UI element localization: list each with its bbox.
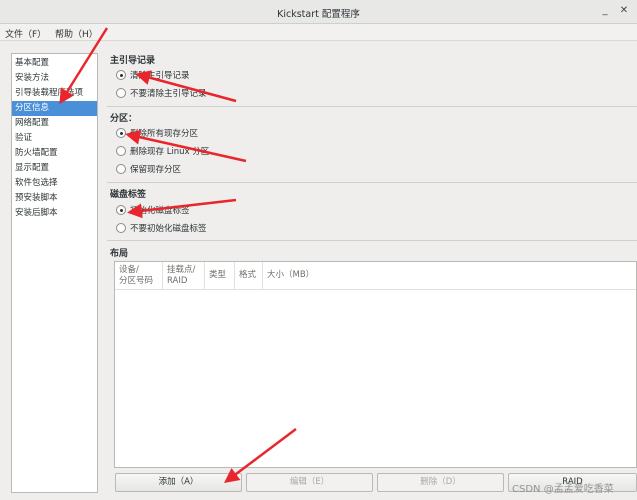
radio-icon[interactable]: [116, 128, 126, 138]
sidebar-item-bootloader[interactable]: 引导装载程序选项: [12, 86, 97, 101]
sidebar-item-network[interactable]: 网络配置: [12, 116, 97, 131]
menu-bar: 文件（F） 帮助（H）: [0, 24, 637, 41]
sidebar-item-firewall[interactable]: 防火墙配置: [12, 146, 97, 161]
radio-label: 初始化磁盘标签: [130, 206, 190, 216]
window-title: Kickstart 配置程序: [277, 9, 360, 20]
column-header-line: RAID: [167, 276, 188, 286]
radio-icon[interactable]: [116, 70, 126, 80]
layout-section-title: 布局: [110, 249, 129, 259]
sidebar-item-packages[interactable]: 软件包选择: [12, 176, 97, 191]
delete-button[interactable]: 删除（D）: [377, 473, 504, 492]
menu-file[interactable]: 文件（F）: [5, 27, 46, 40]
radio-icon[interactable]: [116, 223, 126, 233]
column-header-line: 设备/: [119, 265, 139, 275]
sidebar-item-partition[interactable]: 分区信息: [12, 101, 97, 116]
disklabel-section-title: 磁盘标签: [110, 190, 147, 200]
column-header-type[interactable]: 类型: [205, 262, 235, 290]
column-header-format[interactable]: 格式: [235, 262, 263, 290]
radio-icon[interactable]: [116, 146, 126, 156]
mbr-section-title: 主引导记录: [110, 56, 156, 66]
radio-icon[interactable]: [116, 88, 126, 98]
menu-help[interactable]: 帮助（H）: [55, 27, 98, 40]
radio-label: 保留现存分区: [130, 165, 182, 175]
minimize-icon[interactable]: _: [598, 4, 612, 18]
partition-section-title: 分区：: [110, 114, 138, 124]
sidebar-item-auth[interactable]: 验证: [12, 131, 97, 146]
column-header-line: 分区号码: [119, 276, 154, 286]
radio-label: 删除现存 Linux 分区: [130, 147, 210, 157]
radio-icon[interactable]: [116, 205, 126, 215]
add-button[interactable]: 添加（A）: [115, 473, 242, 492]
column-header-mountpoint[interactable]: 挂载点/ RAID: [163, 262, 205, 290]
radio-icon[interactable]: [116, 164, 126, 174]
sidebar-item-pre-script[interactable]: 预安装脚本: [12, 191, 97, 206]
sidebar-item-basic[interactable]: 基本配置: [12, 56, 97, 71]
radio-label: 不要清除主引导记录: [130, 89, 207, 99]
radio-label: 删除所有现存分区: [130, 129, 199, 139]
title-bar: Kickstart 配置程序 _ ✕: [0, 0, 637, 24]
column-header-device[interactable]: 设备/ 分区号码: [115, 262, 163, 290]
separator: [107, 182, 637, 183]
partition-layout-table[interactable]: 设备/ 分区号码 挂载点/ RAID 类型 格式 大小（MB）: [114, 261, 637, 468]
radio-label: 清除主引导记录: [130, 71, 190, 81]
sidebar-item-display[interactable]: 显示配置: [12, 161, 97, 176]
edit-button[interactable]: 编辑（E）: [246, 473, 373, 492]
watermark: CSDN @孟孟爱吃香菜: [512, 484, 614, 495]
column-header-line: 挂载点/: [167, 265, 196, 275]
separator: [107, 106, 637, 107]
radio-label: 不要初始化磁盘标签: [130, 224, 207, 234]
table-header: 设备/ 分区号码 挂载点/ RAID 类型 格式 大小（MB）: [115, 262, 636, 290]
close-icon[interactable]: ✕: [617, 4, 631, 18]
column-header-size[interactable]: 大小（MB）: [263, 262, 383, 290]
separator: [107, 240, 637, 241]
sidebar-item-install-method[interactable]: 安装方法: [12, 71, 97, 86]
sidebar-item-post-script[interactable]: 安装后脚本: [12, 206, 97, 221]
sidebar: 基本配置 安装方法 引导装载程序选项 分区信息 网络配置 验证 防火墙配置 显示…: [11, 53, 98, 493]
